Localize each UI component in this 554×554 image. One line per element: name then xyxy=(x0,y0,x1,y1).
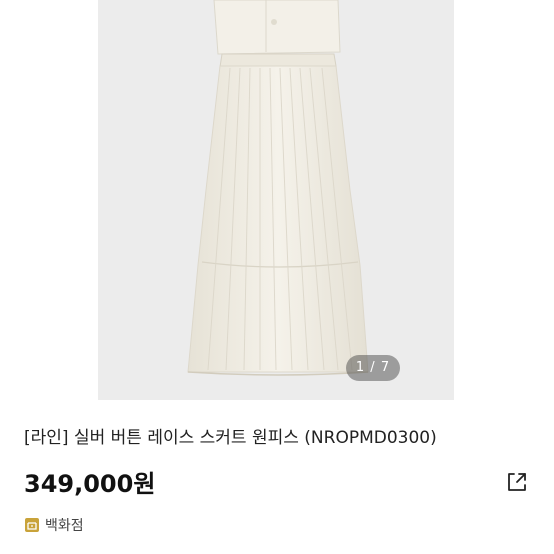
store-icon xyxy=(25,518,39,532)
seller-type-label: 백화점 xyxy=(45,518,84,534)
product-image-gallery[interactable]: 1 / 7 xyxy=(98,0,454,400)
product-photo xyxy=(98,0,454,400)
product-title: [라인] 실버 버튼 레이스 스커트 원피스 (NROPMD0300) xyxy=(24,428,437,448)
share-icon xyxy=(508,473,526,491)
image-page-indicator: 1 / 7 xyxy=(346,355,400,381)
seller-type-row: 백화점 xyxy=(24,514,84,536)
product-price: 349,000원 xyxy=(24,470,156,498)
share-button[interactable] xyxy=(503,468,531,496)
